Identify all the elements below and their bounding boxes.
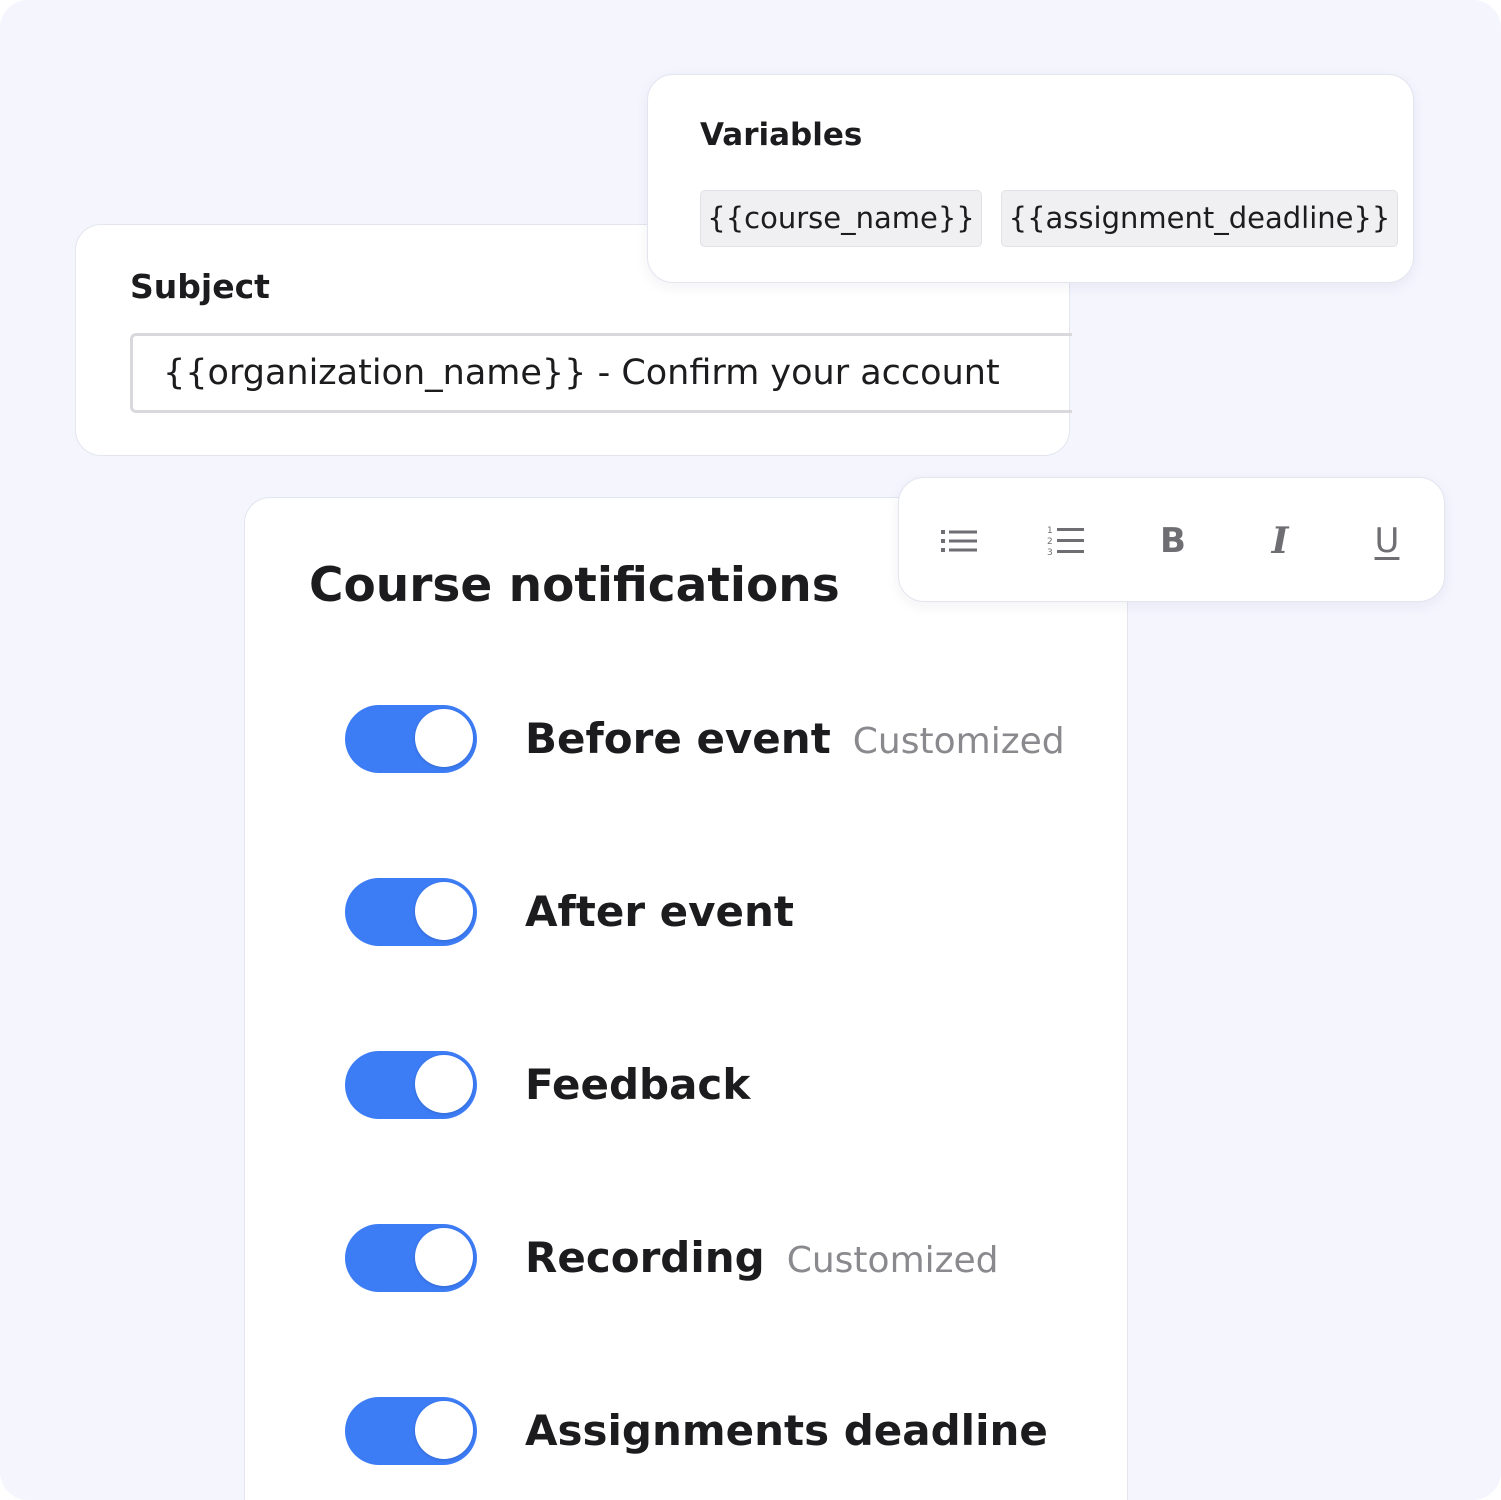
svg-text:1: 1 <box>1047 526 1053 536</box>
formatting-toolbar: 1 2 3 B I U <box>898 477 1445 602</box>
row-text: After event <box>525 878 794 955</box>
bulleted-list-button[interactable] <box>934 516 984 566</box>
notification-row-after-event: After event <box>345 878 1105 946</box>
row-text: Before event Customized <box>525 705 1065 782</box>
row-text: Feedback <box>525 1051 750 1128</box>
variables-label: Variables <box>700 117 863 153</box>
toggle-recording[interactable] <box>345 1224 477 1292</box>
italic-button[interactable]: I <box>1255 516 1305 566</box>
toggle-feedback[interactable] <box>345 1051 477 1119</box>
row-label: Recording <box>525 1233 765 1282</box>
notification-row-recording: Recording Customized <box>345 1224 1105 1292</box>
customized-badge: Customized <box>852 721 1065 762</box>
numbered-list-button[interactable]: 1 2 3 <box>1041 516 1091 566</box>
canvas: Subject {{organization_name}} - Confirm … <box>0 0 1501 1500</box>
toggle-assignments-deadline[interactable] <box>345 1397 477 1465</box>
variables-card: Variables {{course_name}} {{assignment_d… <box>647 74 1414 283</box>
notifications-title: Course notifications <box>309 558 840 613</box>
toggle-knob <box>415 1401 473 1459</box>
notification-row-before-event: Before event Customized <box>345 705 1105 773</box>
toggle-after-event[interactable] <box>345 878 477 946</box>
underline-icon: U <box>1374 521 1400 561</box>
customized-badge: Customized <box>786 1240 999 1281</box>
toggle-knob <box>415 1228 473 1286</box>
subject-label: Subject <box>130 267 270 306</box>
svg-text:2: 2 <box>1047 537 1053 547</box>
toggle-knob <box>415 882 473 940</box>
variable-chip-assignment-deadline[interactable]: {{assignment_deadline}} <box>1001 190 1398 247</box>
row-label: Before event <box>525 714 831 763</box>
subject-input[interactable]: {{organization_name}} - Confirm your acc… <box>130 333 1072 413</box>
bold-icon: B <box>1160 521 1186 561</box>
row-text: Recording Customized <box>525 1224 999 1301</box>
notification-row-feedback: Feedback <box>345 1051 1105 1119</box>
bold-button[interactable]: B <box>1148 516 1198 566</box>
row-label: Feedback <box>525 1060 751 1109</box>
course-notifications-card: Course notifications Before event Customi… <box>244 497 1128 1500</box>
row-label: After event <box>525 887 795 936</box>
toggle-before-event[interactable] <box>345 705 477 773</box>
toggle-knob <box>415 1055 473 1113</box>
bulleted-list-icon <box>941 530 977 552</box>
row-text: Assignments deadline <box>525 1397 1048 1474</box>
notification-row-assignments-deadline: Assignments deadline <box>345 1397 1105 1465</box>
italic-icon: I <box>1271 520 1289 562</box>
underline-button[interactable]: U <box>1362 516 1412 566</box>
toggle-knob <box>415 709 473 767</box>
numbered-list-icon: 1 2 3 <box>1047 526 1084 558</box>
svg-text:3: 3 <box>1047 548 1053 558</box>
variable-chip-course-name[interactable]: {{course_name}} <box>700 190 982 247</box>
row-label: Assignments deadline <box>525 1406 1048 1455</box>
